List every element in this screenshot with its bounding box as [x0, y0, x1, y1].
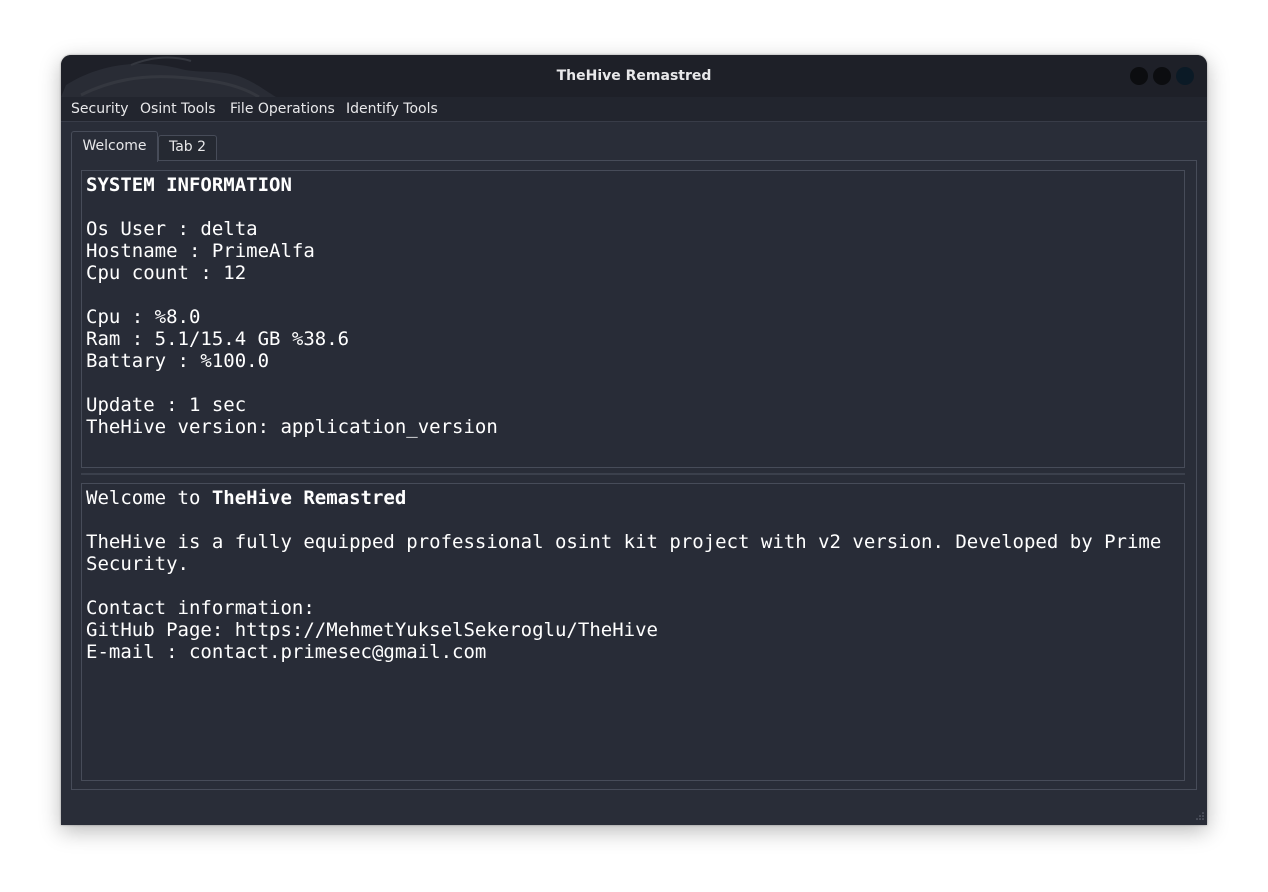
welcome-prefix: Welcome to: [86, 487, 212, 509]
tab-welcome[interactable]: Welcome: [71, 131, 158, 162]
update-interval-line: Update : 1 sec: [86, 394, 247, 416]
title-bar[interactable]: TheHive Remastred: [61, 55, 1207, 97]
battery-line: Battary : %100.0: [86, 350, 270, 372]
cpu-usage-line: Cpu : %8.0: [86, 306, 201, 328]
os-user-line: Os User : delta: [86, 218, 258, 240]
menu-bar: Security Osint Tools File Operations Ide…: [61, 97, 1207, 122]
app-window: TheHive Remastred Security Osint Tools F…: [61, 55, 1207, 825]
hostname-line: Hostname : PrimeAlfa: [86, 240, 315, 262]
email-line: E-mail : contact.primesec@gmail.com: [86, 641, 487, 663]
splitter-handle[interactable]: [81, 473, 1185, 475]
menu-identify-tools[interactable]: Identify Tools: [346, 97, 438, 121]
version-line: TheHive version: application_version: [86, 416, 498, 438]
close-button[interactable]: [1176, 67, 1194, 85]
minimize-button[interactable]: [1130, 67, 1148, 85]
welcome-textbox[interactable]: Welcome to TheHive Remastred TheHive is …: [81, 483, 1185, 781]
menu-security[interactable]: Security: [71, 97, 129, 121]
cpu-count-line: Cpu count : 12: [86, 262, 247, 284]
welcome-app-name: TheHive Remastred: [211, 487, 407, 509]
window-title: TheHive Remastred: [556, 68, 712, 84]
system-info-heading: SYSTEM INFORMATION: [86, 174, 292, 196]
maximize-button[interactable]: [1153, 67, 1171, 85]
system-info-textbox[interactable]: SYSTEM INFORMATION Os User : delta Hostn…: [81, 170, 1185, 468]
menu-osint-tools[interactable]: Osint Tools: [140, 97, 216, 121]
ram-usage-line: Ram : 5.1/15.4 GB %38.6: [86, 328, 350, 350]
welcome-tab-pane: SYSTEM INFORMATION Os User : delta Hostn…: [71, 160, 1197, 790]
menu-file-operations[interactable]: File Operations: [230, 97, 335, 121]
welcome-description: TheHive is a fully equipped professional…: [86, 531, 1162, 575]
resize-grip-icon[interactable]: [1194, 812, 1204, 822]
contact-heading: Contact information:: [86, 597, 315, 619]
github-line: GitHub Page: https://MehmetYukselSekerog…: [86, 619, 658, 641]
tab-2[interactable]: Tab 2: [158, 135, 217, 161]
welcome-line: Welcome to TheHive Remastred: [86, 487, 1180, 509]
